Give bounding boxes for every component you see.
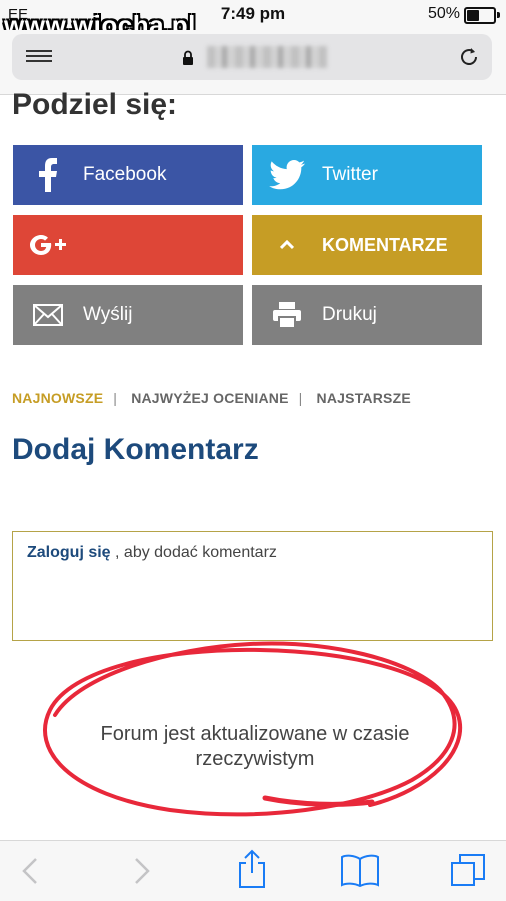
login-link[interactable]: Zaloguj się <box>27 544 111 561</box>
comment-sort-tabs: NAJNOWSZE | NAJWYŻEJ OCENIANE | NAJSTARSZE <box>12 390 421 406</box>
tab-newest[interactable]: NAJNOWSZE <box>12 390 103 406</box>
bookmarks-icon[interactable] <box>340 853 380 887</box>
twitter-share-button[interactable]: Twitter <box>252 145 482 205</box>
print-button[interactable]: Drukuj <box>252 285 482 345</box>
forum-realtime-note: Forum jest aktualizowane w czasie rzeczy… <box>100 723 410 770</box>
battery-tip-icon <box>497 12 500 18</box>
menu-icon[interactable] <box>26 50 52 64</box>
battery-icon <box>464 7 496 24</box>
google-plus-icon <box>13 234 83 256</box>
add-comment-heading: Dodaj Komentarz <box>12 433 259 466</box>
mail-icon <box>13 304 83 326</box>
email-share-button[interactable]: Wyślij <box>13 285 243 345</box>
print-label: Drukuj <box>322 304 377 325</box>
share-heading: Podziel się: <box>12 88 178 121</box>
battery-percentage: 50% <box>427 5 460 22</box>
twitter-label: Twitter <box>322 164 378 185</box>
tab-separator: | <box>113 390 118 406</box>
tab-top-rated[interactable]: NAJWYŻEJ OCENIANE <box>131 390 288 406</box>
reload-icon[interactable] <box>458 46 480 68</box>
comments-label: KOMENTARZE <box>322 234 448 255</box>
twitter-icon <box>252 160 322 190</box>
lock-icon <box>183 50 193 65</box>
google-plus-share-button[interactable] <box>13 215 243 275</box>
url-text-blurred <box>207 46 327 68</box>
login-prompt-suffix: , aby dodać komentarz <box>110 544 277 561</box>
address-bar[interactable] <box>12 34 492 80</box>
chevron-up-icon <box>252 240 322 250</box>
facebook-label: Facebook <box>83 164 167 185</box>
browser-toolbar <box>0 840 506 901</box>
forward-icon[interactable] <box>130 855 154 887</box>
login-prompt: Zaloguj się , aby dodać komentarz <box>27 544 277 562</box>
tab-oldest[interactable]: NAJSTARSZE <box>317 390 411 406</box>
tab-separator: | <box>298 390 303 406</box>
share-icon[interactable] <box>236 849 268 889</box>
back-icon[interactable] <box>18 855 42 887</box>
tabs-icon[interactable] <box>450 853 486 887</box>
comment-login-box: Zaloguj się , aby dodać komentarz <box>12 531 493 641</box>
comments-button[interactable]: KOMENTARZE <box>252 215 482 275</box>
facebook-share-button[interactable]: Facebook <box>13 145 243 205</box>
browser-header <box>0 30 506 95</box>
printer-icon <box>252 302 322 328</box>
facebook-icon <box>13 158 83 192</box>
email-label: Wyślij <box>83 304 133 325</box>
